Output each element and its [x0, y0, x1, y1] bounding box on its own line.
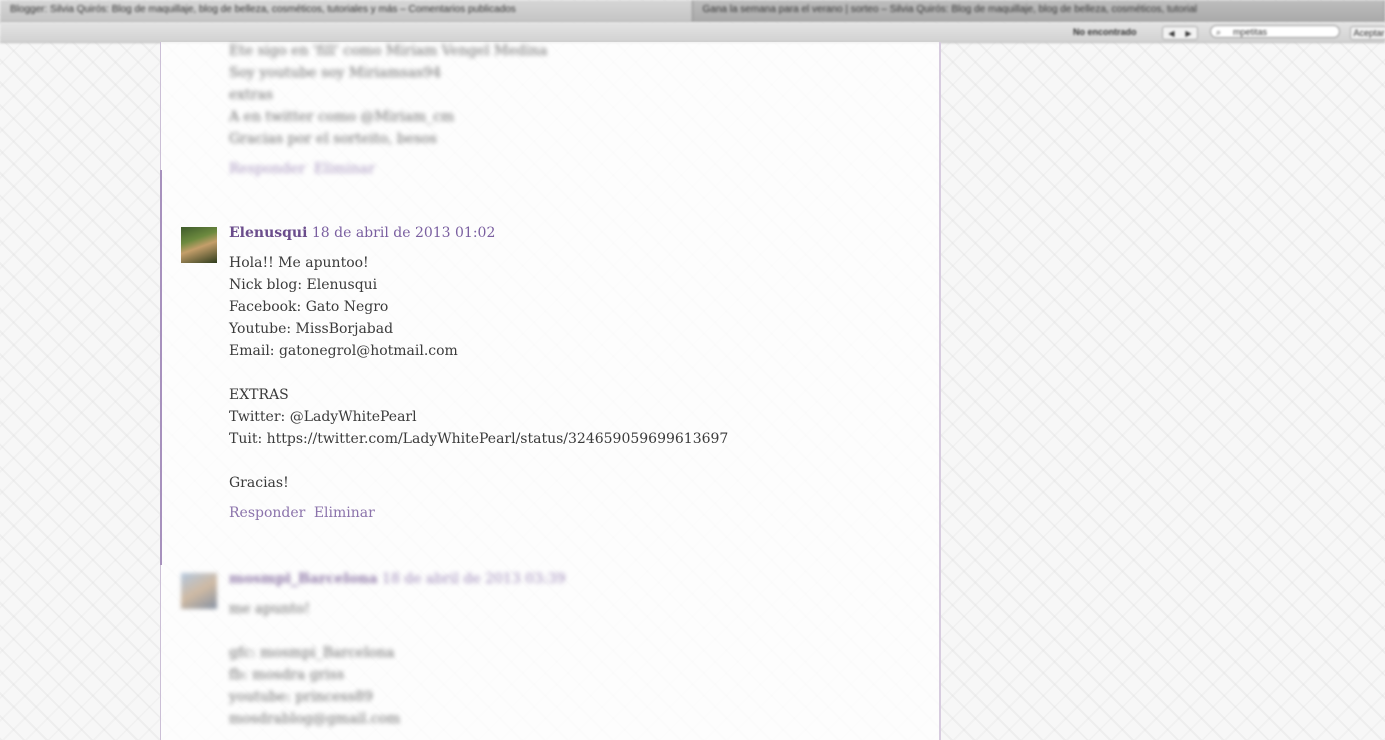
find-bar: No encontrado ◀ ▶ mpetitas ⌕ Aceptar	[0, 22, 1385, 43]
comment-line	[229, 362, 728, 384]
comment-line: youtube: princess89	[229, 689, 373, 705]
comment-body: mosmpi_Barcelona 18 de abril de 2013 03:…	[229, 568, 566, 730]
comment-line: A en twitter como @Miriam_cm	[229, 109, 455, 125]
reply-link[interactable]: Responder	[229, 505, 305, 521]
browser-tab-1[interactable]: Blogger: Silvia Quirós: Blog de maquilla…	[0, 0, 693, 22]
comment-line: Soy youtube soy Miriamsas94	[229, 65, 442, 81]
delete-link[interactable]: Eliminar	[314, 505, 375, 521]
comment-meta: Elenusqui 18 de abril de 2013 01:02	[229, 222, 728, 244]
comment-author[interactable]: mosmpi_Barcelona	[229, 571, 378, 587]
find-prev-button[interactable]: ◀	[1168, 29, 1174, 38]
comment-line: me apunto!	[229, 601, 311, 617]
reply-link[interactable]: Responder	[229, 161, 305, 177]
find-done-button[interactable]: Aceptar	[1350, 26, 1385, 40]
comment-line: Youtube: MissBorjabad	[229, 321, 394, 337]
comment-line: extras	[229, 87, 274, 103]
comment-body: Ete sigo en 'fill' como Miriam Vengel Me…	[229, 40, 547, 180]
comment-line: fb: mosdra griss	[229, 667, 345, 683]
comment-line: Facebook: Gato Negro	[229, 299, 389, 315]
comment-date[interactable]: 18 de abril de 2013 01:02	[312, 225, 496, 241]
comments-column: Ete sigo en 'fill' como Miriam Vengel Me…	[160, 42, 941, 740]
comment-line: Hola!! Me apuntoo!	[229, 255, 369, 271]
browser-tab-bar: Blogger: Silvia Quirós: Blog de maquilla…	[0, 0, 1385, 23]
comment-author[interactable]: Elenusqui	[229, 225, 307, 241]
comment-line: mosdrablog@gmail.com	[229, 711, 401, 727]
comment-date[interactable]: 18 de abril de 2013 03:39	[382, 571, 566, 587]
search-icon: ⌕	[1216, 27, 1222, 37]
comment-meta: mosmpi_Barcelona 18 de abril de 2013 03:…	[229, 568, 566, 590]
comment-actions: Responder Eliminar	[229, 158, 547, 180]
browser-tab-2[interactable]: Gana la semana para el verano | sorteo –…	[693, 0, 1385, 22]
comment-line: Twitter: @LadyWhitePearl	[229, 409, 417, 425]
find-status: No encontrado	[1073, 27, 1137, 37]
comment-line: Nick blog: Elenusqui	[229, 277, 378, 293]
avatar[interactable]	[181, 227, 217, 263]
avatar[interactable]	[181, 573, 217, 609]
find-input[interactable]: mpetitas	[1210, 25, 1340, 38]
comment-line: Gracias por el sorteito, besos	[229, 131, 437, 147]
comment-line: EXTRAS	[229, 387, 289, 403]
comment-body: Elenusqui 18 de abril de 2013 01:02 Hola…	[229, 222, 728, 524]
comment-line: gfc: mosmpi_Barcelona	[229, 645, 395, 661]
find-next-button[interactable]: ▶	[1185, 29, 1191, 38]
comment-line	[229, 450, 728, 472]
comment-line: Ete sigo en 'fill' como Miriam Vengel Me…	[229, 43, 548, 59]
delete-link[interactable]: Eliminar	[314, 161, 375, 177]
comment-actions: Responder Eliminar	[229, 502, 728, 524]
comment-line: Email: gatonegrol@hotmail.com	[229, 343, 458, 359]
comment-line: Gracias!	[229, 475, 289, 491]
find-navigation: ◀ ▶	[1162, 26, 1198, 40]
comment-line[interactable]: Tuit: https://twitter.com/LadyWhitePearl…	[229, 428, 728, 450]
thread-accent-line	[160, 170, 162, 565]
comment-line	[229, 620, 566, 642]
